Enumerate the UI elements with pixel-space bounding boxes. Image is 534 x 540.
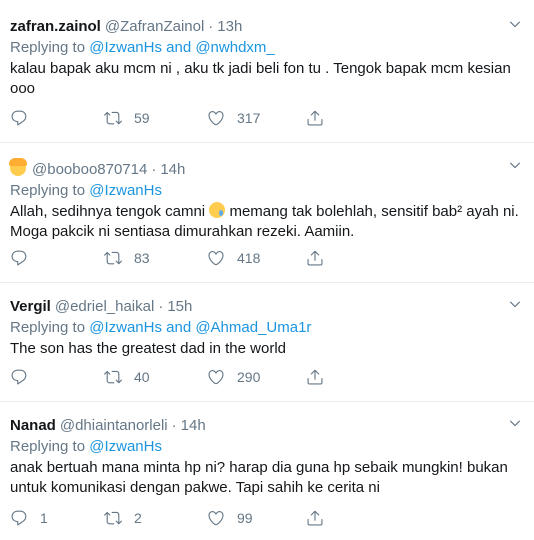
share-icon [306,249,324,267]
retweet-button[interactable]: 83 [104,248,150,268]
like-count: 290 [237,369,261,385]
reply-icon [10,368,28,386]
retweet-count: 59 [134,110,150,126]
timestamp[interactable]: 13h [217,17,242,36]
sad-face-emoji [209,202,226,218]
tweet-header: @booboo870714 · 14h [9,158,524,179]
share-button[interactable] [306,108,324,128]
retweet-icon [104,249,122,267]
separator: · [171,417,177,434]
share-icon [306,368,324,386]
tweet-header: Vergil @edriel_haikal · 15h [10,297,524,316]
tweet[interactable]: Vergil @edriel_haikal · 15h Replying to … [0,283,534,402]
user-handle[interactable]: @ZafranZainol [105,17,204,36]
tweet-actions: 1 2 99 [10,508,534,528]
timestamp[interactable]: 15h [167,297,192,316]
retweet-icon [104,368,122,386]
reply-button[interactable]: 1 [10,508,48,528]
tweet-header: Nanad @dhiaintanorleli · 14h [10,416,524,435]
replying-to: Replying to @IzwanHs and @nwhdxm_ [10,38,524,57]
share-icon [306,109,324,127]
display-name[interactable]: zafran.zainol [10,17,101,36]
retweet-button[interactable]: 59 [104,108,150,128]
separator: · [208,18,214,35]
replying-to: Replying to @IzwanHs [10,181,524,200]
display-name[interactable]: Nanad [10,416,56,435]
retweet-icon [104,109,122,127]
like-icon [207,249,225,267]
tweet-text: kalau bapak aku mcm ni , aku tk jadi bel… [10,60,511,97]
replying-to-label: Replying to [10,182,90,199]
replying-to: Replying to @IzwanHs and @Ahmad_Uma1r [10,318,524,337]
display-name[interactable]: Vergil [10,297,51,316]
like-count: 418 [237,250,261,266]
timestamp[interactable]: 14h [160,160,185,179]
share-button[interactable] [306,367,324,387]
reply-icon [10,509,28,527]
reply-icon [10,249,28,267]
like-icon [207,368,225,386]
tweet-actions: 40 290 [10,367,534,387]
tweet-text-part: Allah, sedihnya tengok camni [10,203,210,220]
separator: · [151,161,157,178]
tweet[interactable]: Nanad @dhiaintanorleli · 14h Replying to… [0,402,534,540]
user-handle[interactable]: @booboo870714 [32,160,147,179]
like-icon [207,109,225,127]
replying-to-mentions[interactable]: @IzwanHs and @Ahmad_Uma1r [89,319,311,336]
reply-button[interactable] [10,367,40,387]
chevron-down-icon[interactable] [508,158,522,172]
reply-button[interactable] [10,248,40,268]
reply-button[interactable] [10,108,40,128]
replying-to-label: Replying to [10,39,90,56]
share-icon [306,509,324,527]
like-button[interactable]: 317 [207,108,260,128]
tweet-actions: 83 418 [10,248,534,268]
tweet-text: Allah, sedihnya tengok camni memang tak … [10,202,524,242]
like-button[interactable]: 290 [207,367,260,387]
share-button[interactable] [306,248,324,268]
tweet-text: The son has the greatest dad in the worl… [10,340,287,357]
chevron-down-icon[interactable] [508,17,522,31]
tweet-text: anak bertuah mana minta hp ni? harap dia… [10,459,508,496]
share-button[interactable] [306,508,324,528]
timestamp[interactable]: 14h [181,416,206,435]
retweet-button[interactable]: 40 [104,367,150,387]
reply-icon [10,109,28,127]
replying-to-mentions[interactable]: @IzwanHs [89,438,162,455]
retweet-count: 40 [134,369,150,385]
replying-to-mentions[interactable]: @IzwanHs [89,182,162,199]
replying-to: Replying to @IzwanHs [10,437,524,456]
retweet-icon [104,509,122,527]
user-handle[interactable]: @edriel_haikal [55,297,154,316]
smiling-face-emoji [9,158,27,176]
retweet-button[interactable]: 2 [104,508,142,528]
replies-feed: zafran.zainol @ZafranZainol · 13h Replyi… [0,0,534,540]
tweet-header: zafran.zainol @ZafranZainol · 13h [10,17,524,36]
replying-to-label: Replying to [10,438,90,455]
chevron-down-icon[interactable] [508,416,522,430]
tweet[interactable]: @booboo870714 · 14h Replying to @IzwanHs… [0,143,534,283]
tweet[interactable]: zafran.zainol @ZafranZainol · 13h Replyi… [0,0,534,143]
retweet-count: 2 [134,510,142,526]
like-icon [207,509,225,527]
separator: · [158,298,164,315]
like-button[interactable]: 99 [207,508,253,528]
chevron-down-icon[interactable] [508,297,522,311]
like-count: 99 [237,510,253,526]
replying-to-label: Replying to [10,319,90,336]
like-button[interactable]: 418 [207,248,260,268]
user-handle[interactable]: @dhiaintanorleli [60,416,168,435]
retweet-count: 83 [134,250,150,266]
like-count: 317 [237,110,261,126]
replying-to-mentions[interactable]: @IzwanHs and @nwhdxm_ [89,39,275,56]
tweet-actions: 59 317 [10,108,534,128]
reply-count: 1 [40,510,48,526]
